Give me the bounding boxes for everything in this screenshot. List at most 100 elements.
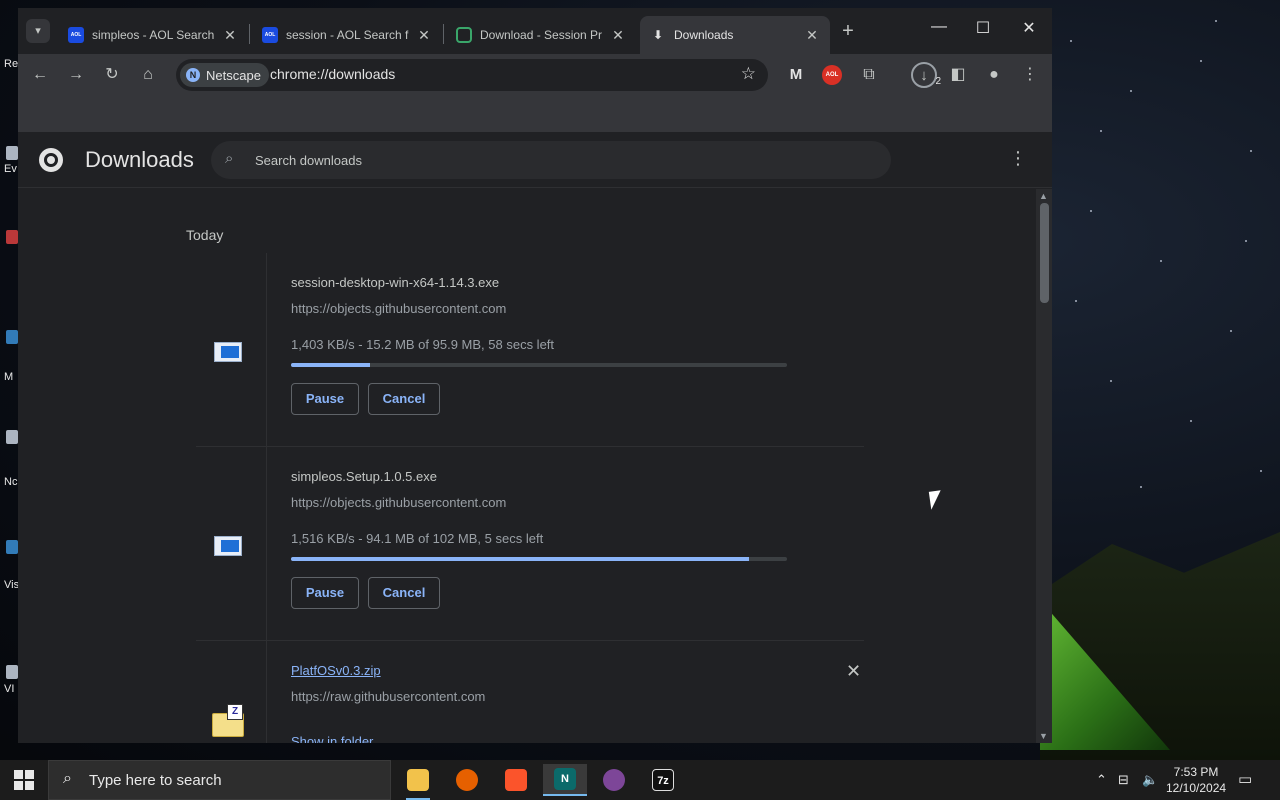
windows-start-icon[interactable] (14, 770, 34, 790)
chrome-logo-icon (39, 148, 63, 172)
show-in-folder-link[interactable]: Show in folder (291, 734, 373, 743)
download-item: session-desktop-win-x64-1.14.3.exe https… (196, 253, 864, 447)
netscape-icon: N (186, 68, 200, 82)
tab-separator (249, 24, 250, 44)
tab-title: Download - Session Pr (480, 28, 603, 42)
tab-separator (443, 24, 444, 44)
bookmark-star-icon[interactable]: ☆ (741, 64, 756, 84)
close-icon[interactable]: ✕ (610, 27, 626, 44)
star (1215, 20, 1217, 22)
download-source-url[interactable]: https://objects.githubusercontent.com (291, 495, 506, 510)
download-filename[interactable]: session-desktop-win-x64-1.14.3.exe (291, 275, 499, 290)
minimize-button[interactable]: — (916, 18, 962, 36)
desktop-icon-label[interactable]: VI (4, 683, 14, 695)
date-heading: Today (186, 227, 224, 243)
site-chip-label: Netscape (206, 67, 261, 83)
network-icon[interactable]: ⊟ (1118, 772, 1129, 788)
maximize-button[interactable]: ☐ (960, 18, 1006, 38)
menu-kebab-icon[interactable]: ⋮ (1018, 63, 1042, 87)
download-status: 1,403 KB/s - 15.2 MB of 95.9 MB, 58 secs… (291, 337, 555, 352)
tab-simpleos-search[interactable]: AOL simpleos - AOL Search ✕ (58, 16, 248, 54)
star (1100, 130, 1102, 132)
firefox-glyph (456, 769, 478, 791)
netscape-icon[interactable]: N (543, 764, 587, 796)
taskbar-search-placeholder: Type here to search (89, 772, 222, 789)
search-input[interactable] (255, 150, 855, 170)
extensions-puzzle-icon[interactable]: ⧉ (857, 63, 881, 87)
system-clock[interactable]: 7:53 PM 12/10/2024 (1166, 764, 1226, 796)
item-rail (266, 447, 267, 640)
tor-browser-icon[interactable] (592, 764, 636, 796)
url-text[interactable]: chrome://downloads (270, 66, 395, 82)
tab-strip: ▾ AOL simpleos - AOL Search ✕ AOL sessio… (18, 8, 1052, 54)
desktop-icon-label[interactable]: Vis (4, 579, 19, 591)
desktop-icon-label[interactable]: Nc (4, 476, 17, 488)
file-explorer-icon[interactable] (396, 764, 440, 800)
close-icon[interactable]: ✕ (804, 27, 820, 44)
desktop-icon-label[interactable]: Ev (4, 163, 17, 175)
firefox-icon[interactable] (445, 764, 489, 796)
download-source-url[interactable]: https://objects.githubusercontent.com (291, 301, 506, 316)
notifications-icon[interactable]: ▭ (1238, 770, 1252, 788)
7zip-glyph: 7z (652, 769, 674, 791)
zip-badge: Z (227, 704, 243, 720)
desktop-app-icon[interactable] (6, 146, 18, 160)
download-filename-link[interactable]: PlatfOSv0.3.zip (291, 663, 381, 678)
cancel-button[interactable]: Cancel (368, 383, 440, 415)
desktop-app-icon[interactable] (6, 230, 18, 244)
more-actions-icon[interactable]: ⋮ (1008, 148, 1028, 169)
downloads-toolbar-icon[interactable]: ↓ 2 (911, 62, 941, 88)
desktop-app-icon[interactable] (6, 330, 18, 344)
page-title: Downloads (85, 147, 194, 172)
tor-glyph (603, 769, 625, 791)
brave-icon[interactable] (494, 764, 538, 796)
tab-downloads[interactable]: ⬇ Downloads ✕ (640, 16, 830, 54)
scroll-up-arrow-icon[interactable]: ▲ (1039, 191, 1048, 201)
address-bar[interactable]: N Netscape chrome://downloads ☆ (176, 59, 768, 91)
desktop-icon-label[interactable]: M (4, 371, 13, 383)
reload-button[interactable]: ↻ (100, 63, 124, 87)
pause-button[interactable]: Pause (291, 383, 359, 415)
desktop-icon-label[interactable]: Re (4, 58, 18, 70)
item-rail (266, 641, 267, 743)
scrollbar[interactable]: ▲ ▼ (1036, 189, 1052, 743)
pause-button[interactable]: Pause (291, 577, 359, 609)
star (1075, 300, 1077, 302)
aol-icon: AOL (68, 27, 84, 43)
remove-from-list-icon[interactable]: ✕ (846, 661, 861, 682)
side-panel-icon[interactable]: ◧ (946, 63, 970, 87)
show-hidden-icons-chevron-icon[interactable]: ⌃ (1096, 772, 1107, 788)
malwarebytes-extension-icon[interactable]: M (786, 65, 806, 85)
close-icon[interactable]: ✕ (222, 27, 238, 44)
zip-file-icon: Z (212, 704, 244, 737)
forward-button[interactable]: → (64, 63, 88, 87)
site-chip[interactable]: N Netscape (180, 63, 269, 87)
scroll-down-arrow-icon[interactable]: ▼ (1039, 731, 1048, 741)
download-filename[interactable]: simpleos.Setup.1.0.5.exe (291, 469, 437, 484)
tab-session-search[interactable]: AOL session - AOL Search f ✕ (252, 16, 442, 54)
desktop-app-icon[interactable] (6, 430, 18, 444)
file-explorer-glyph (407, 769, 429, 791)
back-button[interactable]: ← (28, 63, 52, 87)
7zip-icon[interactable]: 7z (641, 764, 685, 796)
close-icon[interactable]: ✕ (416, 27, 432, 44)
star (1260, 470, 1262, 472)
desktop-app-icon[interactable] (6, 540, 18, 554)
search-box[interactable]: ⌕ (211, 141, 891, 179)
profile-icon[interactable]: ● (982, 63, 1006, 87)
new-tab-button[interactable]: + (836, 20, 860, 43)
window-close-button[interactable]: ✕ (1006, 18, 1052, 38)
scroll-thumb[interactable] (1040, 203, 1049, 303)
desktop-app-icon[interactable] (6, 665, 18, 679)
volume-muted-icon[interactable]: 🔈 (1142, 772, 1158, 788)
star (1140, 486, 1142, 488)
taskbar-search-box[interactable]: ⌕ Type here to search (48, 760, 391, 800)
home-button[interactable]: ⌂ (136, 63, 160, 87)
aol-extension-icon[interactable]: AOL (822, 65, 842, 85)
tab-session-download[interactable]: Download - Session Pr ✕ (446, 16, 636, 54)
download-source-url[interactable]: https://raw.githubusercontent.com (291, 689, 485, 704)
star (1230, 330, 1232, 332)
search-icon: ⌕ (225, 150, 234, 167)
tab-search-button[interactable]: ▾ (26, 19, 50, 43)
cancel-button[interactable]: Cancel (368, 577, 440, 609)
